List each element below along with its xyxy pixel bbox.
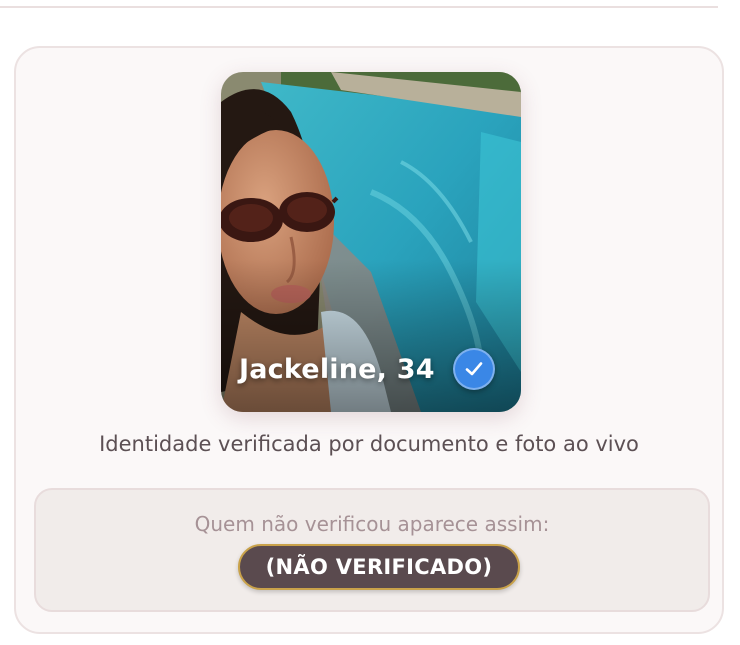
verification-caption: Identidade verificada por documento e fo… bbox=[99, 432, 639, 456]
profile-name: Jackeline, 34 bbox=[239, 353, 435, 385]
verified-check-icon bbox=[452, 348, 495, 390]
top-divider bbox=[0, 0, 718, 8]
verification-card: Jackeline, 34 Identidade verificada por … bbox=[14, 46, 724, 634]
unverified-example-label: Quem não verificou aparece assim: bbox=[194, 512, 550, 536]
unverified-tag: (NÃO VERIFICADO) bbox=[238, 544, 520, 590]
unverified-example-box: Quem não verificou aparece assim: (NÃO V… bbox=[34, 488, 710, 612]
profile-name-row: Jackeline, 34 bbox=[239, 348, 495, 390]
profile-photo[interactable]: Jackeline, 34 bbox=[221, 72, 521, 412]
